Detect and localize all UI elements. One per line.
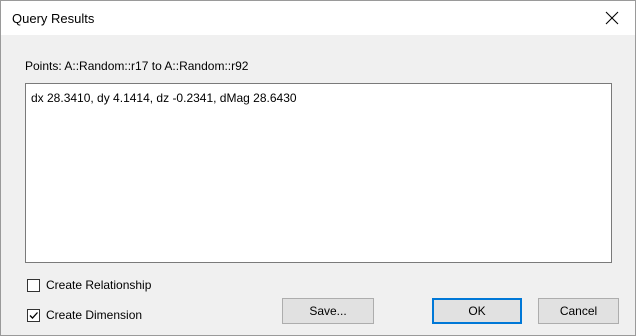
cancel-button[interactable]: Cancel — [538, 298, 619, 324]
save-button[interactable]: Save... — [282, 298, 374, 324]
close-button[interactable] — [589, 1, 635, 35]
query-results-dialog: Query Results Points: A::Random::r17 to … — [0, 0, 636, 336]
results-text: dx 28.3410, dy 4.1414, dz -0.2341, dMag … — [31, 91, 297, 105]
title-bar: Query Results — [1, 1, 635, 35]
create-relationship-option[interactable]: Create Relationship — [27, 278, 151, 292]
close-icon — [605, 11, 619, 25]
create-relationship-checkbox[interactable] — [27, 278, 40, 292]
results-textbox[interactable]: dx 28.3410, dy 4.1414, dz -0.2341, dMag … — [25, 83, 612, 263]
create-dimension-option[interactable]: Create Dimension — [27, 308, 142, 322]
create-relationship-label: Create Relationship — [46, 278, 152, 292]
dialog-title: Query Results — [12, 11, 95, 26]
points-label: Points: A::Random::r17 to A::Random::r92 — [25, 59, 249, 73]
checkmark-icon — [29, 311, 38, 319]
create-dimension-checkbox[interactable] — [27, 308, 40, 322]
create-dimension-label: Create Dimension — [46, 308, 143, 322]
ok-button[interactable]: OK — [432, 298, 522, 324]
